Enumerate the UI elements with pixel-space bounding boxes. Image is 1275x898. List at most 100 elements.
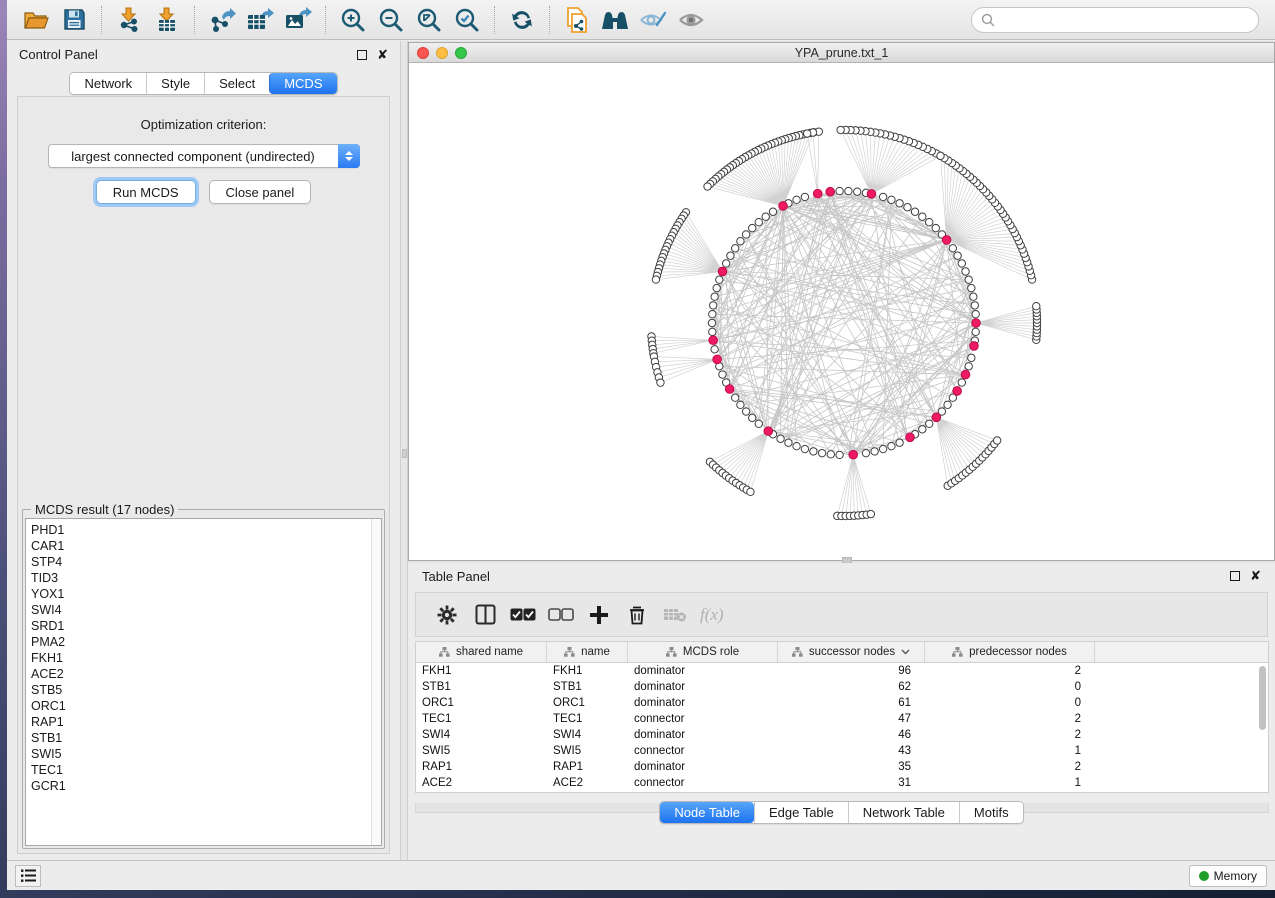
zoom-selected-icon[interactable] [448,4,486,36]
network-node[interactable] [968,354,975,361]
network-node[interactable] [827,451,834,458]
network-node[interactable] [888,196,895,203]
network-node[interactable] [713,284,720,291]
hide-selected-eye-icon[interactable] [634,4,672,36]
mcds-node[interactable] [953,387,962,396]
network-node[interactable] [862,449,869,456]
table-scrollbar-thumb[interactable] [1259,666,1266,730]
columns-icon[interactable] [466,598,504,632]
network-node[interactable] [919,426,926,433]
column-header-MCDS-role[interactable]: MCDS role [628,642,778,662]
network-node[interactable] [793,196,800,203]
show-all-eye-icon[interactable] [672,4,710,36]
network-node[interactable] [970,293,977,300]
float-panel-icon[interactable] [357,50,367,60]
export-image-icon[interactable] [279,4,317,36]
duplicate-network-icon[interactable] [558,4,596,36]
list-item[interactable]: PHD1 [31,522,371,538]
network-node[interactable] [737,401,744,408]
network-node[interactable] [879,193,886,200]
binoculars-icon[interactable] [596,4,634,36]
zoom-fit-icon[interactable] [410,4,448,36]
network-node[interactable] [747,488,754,495]
panel-splitter[interactable] [400,41,408,860]
list-item[interactable]: ORC1 [31,698,371,714]
mcds-node[interactable] [906,433,915,442]
list-item[interactable]: FKH1 [31,650,371,666]
network-node[interactable] [919,213,926,220]
list-item[interactable]: YOX1 [31,586,371,602]
table-row[interactable]: SWI4SWI4dominator462 [416,727,1268,743]
table-delete-icon[interactable] [656,598,694,632]
list-item[interactable]: SWI4 [31,602,371,618]
list-item[interactable]: ACE2 [31,666,371,682]
network-node[interactable] [871,448,878,455]
table-tab-motifs[interactable]: Motifs [959,802,1023,823]
table-tab-node-table[interactable]: Node Table [660,802,754,823]
mcds-node[interactable] [709,336,718,345]
network-node[interactable] [926,218,933,225]
network-node[interactable] [711,346,718,353]
list-item[interactable]: RAP1 [31,714,371,730]
table-row[interactable]: RAP1RAP1dominator352 [416,759,1268,775]
add-icon[interactable] [580,598,618,632]
mcds-node[interactable] [932,413,941,422]
network-node[interactable] [896,439,903,446]
mcds-node[interactable] [718,267,727,276]
network-node[interactable] [879,445,886,452]
network-node[interactable] [949,245,956,252]
network-node[interactable] [888,442,895,449]
export-table-icon[interactable] [241,4,279,36]
optimization-criterion-dropdown[interactable]: largest connected component (undirected) [48,144,360,168]
zoom-out-icon[interactable] [372,4,410,36]
network-node[interactable] [731,394,738,401]
search-field[interactable] [1000,13,1249,27]
network-node[interactable] [719,371,726,378]
network-node[interactable] [657,379,664,386]
import-network-icon[interactable] [110,4,148,36]
list-scrollbar[interactable] [371,519,381,845]
gear-icon[interactable] [428,598,466,632]
mcds-node[interactable] [867,190,876,199]
network-node[interactable] [801,193,808,200]
mcds-node[interactable] [961,370,970,379]
mcds-node[interactable] [813,189,822,198]
list-item[interactable]: TEC1 [31,762,371,778]
network-node[interactable] [958,379,965,386]
network-node[interactable] [972,310,979,317]
network-node[interactable] [749,414,756,421]
network-node[interactable] [709,302,716,309]
network-node[interactable] [954,252,961,259]
network-node[interactable] [926,420,933,427]
network-node[interactable] [810,448,817,455]
list-item[interactable]: GCR1 [31,778,371,794]
network-node[interactable] [937,152,944,159]
network-node[interactable] [755,218,762,225]
network-node[interactable] [993,437,1000,444]
select-all-checks-icon[interactable] [504,598,542,632]
table-row[interactable]: FKH1FKH1dominator962 [416,663,1268,679]
network-node[interactable] [836,187,843,194]
network-node[interactable] [968,284,975,291]
network-node[interactable] [727,252,734,259]
import-table-icon[interactable] [148,4,186,36]
network-node[interactable] [785,439,792,446]
network-node[interactable] [932,224,939,231]
table-row[interactable]: TEC1TEC1connector472 [416,711,1268,727]
network-node[interactable] [818,449,825,456]
tab-select[interactable]: Select [204,73,269,94]
tab-mcds[interactable]: MCDS [269,73,336,94]
deselect-all-checks-icon[interactable] [542,598,580,632]
network-node[interactable] [965,276,972,283]
float-table-panel-icon[interactable] [1230,571,1240,581]
function-icon[interactable]: f(x) [700,605,724,625]
network-node[interactable] [965,363,972,370]
mcds-node[interactable] [779,202,788,211]
splitter-handle[interactable] [402,449,407,458]
network-node[interactable] [777,435,784,442]
table-row[interactable]: YOX1YOX1connector291 [416,791,1268,793]
network-node[interactable] [716,276,723,283]
list-item[interactable]: STB5 [31,682,371,698]
list-item[interactable]: STP4 [31,554,371,570]
network-node[interactable] [709,310,716,317]
